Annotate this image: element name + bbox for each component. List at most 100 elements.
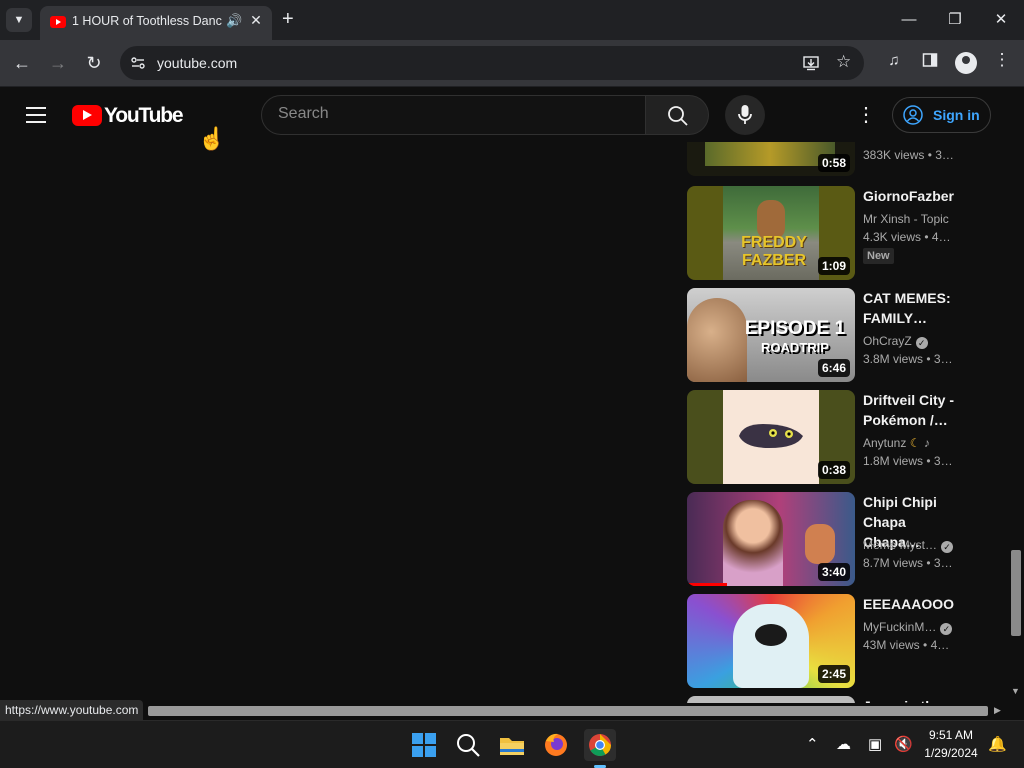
video-thumbnail[interactable]: 0:58 — [687, 142, 855, 176]
vertical-scrollbar-thumb[interactable] — [1011, 550, 1021, 636]
vertical-scrollbar[interactable]: ▼ — [1008, 144, 1024, 704]
video-views: 383K views • 3… — [863, 148, 954, 162]
youtube-header: YouTube ⋮ Sign in — [0, 88, 1024, 144]
sign-in-label: Sign in — [933, 107, 980, 123]
back-arrow-icon[interactable]: ← — [10, 51, 34, 75]
music-note-icon: ♪ — [923, 436, 930, 450]
microphone-icon — [738, 105, 752, 124]
video-thumbnail[interactable]: 2:45 — [687, 594, 855, 688]
thumbnail-text: FREDDY FAZBER — [741, 234, 807, 269]
youtube-logo-icon[interactable] — [72, 105, 102, 126]
chrome-menu-icon[interactable]: ⋮ — [991, 50, 1013, 70]
notification-bell-icon[interactable]: 🔔 — [988, 735, 1007, 753]
url-text: youtube.com — [157, 55, 238, 71]
taskbar-search-icon[interactable] — [452, 729, 484, 761]
horizontal-scrollbar[interactable]: ▶ — [0, 703, 1008, 719]
file-explorer-icon[interactable] — [496, 729, 528, 761]
video-views: 8.7M views • 3… — [863, 556, 953, 570]
install-app-icon[interactable] — [802, 54, 820, 76]
hamburger-menu-icon[interactable] — [26, 107, 46, 123]
sign-in-button[interactable]: Sign in — [892, 97, 991, 133]
search-icon — [668, 106, 688, 126]
video-thumbnail[interactable]: EPISODE 1 ROADTRIP 6:46 — [687, 288, 855, 382]
recommendation-item[interactable]: 3:40 Chipi Chipi Chapa Chapa… Meme Myst…… — [687, 492, 987, 586]
site-settings-icon[interactable] — [130, 55, 146, 71]
link-status-bar: https://www.youtube.com — [0, 700, 144, 720]
video-thumbnail[interactable]: FREDDY FAZBER 1:09 — [687, 186, 855, 280]
scroll-right-arrow-icon[interactable]: ▶ — [994, 705, 1001, 716]
browser-tab-strip: ▼ 1 HOUR of Toothless Dancing 🔊 ✕ + — ❐ … — [0, 0, 1024, 40]
channel-name[interactable]: MyFuckinM… ✓ — [863, 620, 953, 635]
clock-date[interactable]: 1/29/2024 — [920, 746, 982, 760]
tray-overflow-chevron-icon[interactable]: ⌃ — [806, 735, 819, 753]
video-views: 4.3K views • 4… — [863, 230, 951, 244]
tab-title: 1 HOUR of Toothless Dancing — [72, 14, 222, 28]
side-panel-icon[interactable] — [919, 52, 941, 72]
video-title[interactable]: Driftveil City - Pokémon /… — [863, 390, 963, 430]
video-duration: 1:09 — [817, 257, 850, 275]
address-bar[interactable]: youtube.com ☆ — [120, 46, 864, 80]
video-views: 3.8M views • 3… — [863, 352, 953, 366]
video-views: 1.8M views • 3… — [863, 454, 953, 468]
display-icon[interactable]: ▣ — [868, 735, 882, 753]
forward-arrow-icon[interactable]: → — [46, 51, 70, 75]
video-duration: 0:58 — [817, 154, 850, 172]
video-title[interactable]: EEEAAAOOO — [863, 594, 963, 614]
tab-search-dropdown-icon[interactable]: ▼ — [6, 8, 32, 32]
search-button[interactable] — [645, 95, 709, 135]
speaker-icon[interactable]: 🔊 — [226, 13, 242, 29]
scroll-down-arrow-icon[interactable]: ▼ — [1011, 686, 1020, 696]
hand-cursor-icon: ☝ — [198, 126, 226, 151]
tab-close-icon[interactable]: ✕ — [248, 12, 264, 29]
verified-check-icon: ✓ — [940, 623, 953, 635]
recommendation-item[interactable]: FREDDY FAZBER 1:09 GiornoFazber Mr Xinsh … — [687, 186, 987, 280]
recommendation-item[interactable]: 2:45 EEEAAAOOO MyFuckinM… ✓ 43M views • 4… — [687, 594, 987, 688]
firefox-icon[interactable] — [540, 729, 572, 761]
search-box[interactable] — [261, 95, 646, 135]
verified-check-icon: ✓ — [915, 337, 928, 349]
new-badge: New — [863, 248, 894, 264]
windows-taskbar: ⌃ ☁ ▣ 🔇 9:51 AM 1/29/2024 🔔 — [0, 720, 1024, 768]
media-controls-icon[interactable]: ♫ — [883, 52, 905, 69]
video-views: 43M views • 4… — [863, 638, 950, 652]
youtube-wordmark[interactable]: YouTube — [104, 104, 184, 128]
recommendation-item[interactable]: 0:58 383K views • 3… — [687, 142, 987, 176]
settings-more-icon[interactable]: ⋮ — [856, 103, 876, 127]
restore-icon[interactable]: ❐ — [940, 8, 970, 32]
chrome-taskbar-icon[interactable] — [584, 729, 616, 768]
video-title[interactable]: CAT MEMES: FAMILY… — [863, 288, 963, 328]
channel-name[interactable]: Mr Xinsh - Topic — [863, 212, 949, 226]
clock-time[interactable]: 9:51 AM — [920, 728, 982, 742]
onedrive-icon[interactable]: ☁ — [836, 735, 851, 753]
video-title[interactable]: GiornoFazber — [863, 186, 963, 206]
video-duration: 2:45 — [817, 665, 850, 683]
horizontal-scrollbar-thumb[interactable] — [148, 706, 988, 716]
windows-start-icon[interactable] — [408, 729, 440, 761]
video-duration: 6:46 — [817, 359, 850, 377]
channel-name[interactable]: Anytunz ☾ ♪ — [863, 436, 930, 450]
search-input[interactable] — [278, 105, 628, 123]
banana-icon: ☾ — [909, 436, 921, 450]
profile-avatar-icon[interactable] — [955, 52, 977, 74]
video-duration: 0:38 — [817, 461, 850, 479]
bookmark-star-icon[interactable]: ☆ — [836, 52, 851, 72]
video-thumbnail[interactable]: 3:40 — [687, 492, 855, 586]
reload-icon[interactable]: ↻ — [82, 51, 106, 75]
recommendation-item[interactable]: EPISODE 1 ROADTRIP 6:46 CAT MEMES: FAMILY… — [687, 288, 987, 382]
verified-check-icon: ✓ — [941, 541, 954, 553]
recommendation-item[interactable]: 0:38 Driftveil City - Pokémon /… Anytunz… — [687, 390, 987, 484]
browser-toolbar: ← → ↻ youtube.com ☆ ♫ ⋮ — [0, 40, 1024, 87]
browser-tab[interactable]: 1 HOUR of Toothless Dancing 🔊 ✕ — [40, 6, 272, 40]
voice-search-button[interactable] — [725, 95, 765, 135]
video-thumbnail[interactable]: 0:38 — [687, 390, 855, 484]
window-close-icon[interactable]: ✕ — [986, 8, 1016, 32]
channel-name[interactable]: Meme Myst… ✓ — [863, 538, 954, 553]
minimize-icon[interactable]: — — [894, 8, 924, 32]
youtube-favicon-icon — [50, 16, 66, 28]
channel-name[interactable]: OhCrayZ ✓ — [863, 334, 928, 349]
volume-muted-icon[interactable]: 🔇 — [894, 735, 913, 753]
toothless-drawing-icon — [739, 424, 803, 448]
video-duration: 3:40 — [817, 563, 850, 581]
account-circle-icon — [903, 105, 923, 125]
new-tab-plus-icon[interactable]: + — [282, 8, 294, 30]
